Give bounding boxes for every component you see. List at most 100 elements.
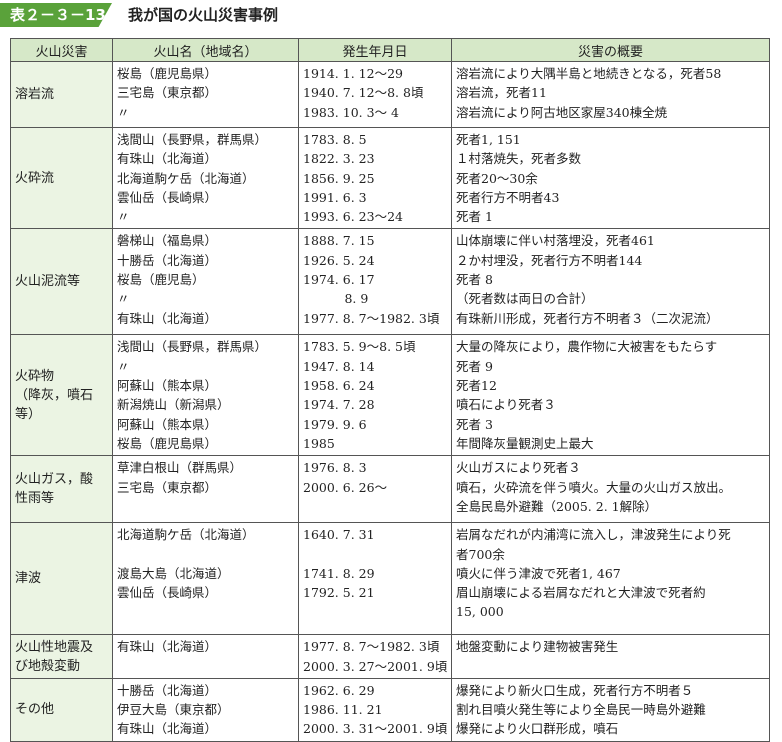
summary-line: 有珠新川形成，死者行方不明者３（二次泥流） (456, 310, 719, 326)
summary-line: 噴石により死者３ (456, 397, 556, 413)
event-date: 1979. 9. 6 (303, 416, 367, 432)
summary-line: 死者 8 (456, 272, 493, 288)
summary-line: 噴火に伴う津波で死者1, 467 (456, 565, 621, 581)
volcano-name: 阿蘇山（熊本県） (117, 416, 218, 432)
summary-line: 死者 3 (456, 416, 493, 432)
volcano-name: 〃 (117, 104, 130, 120)
table-row: 溶岩流 桜島（鹿児島県） 三宅島（東京都） 〃 1914. 1. 12～29 1940. … (10, 61, 770, 128)
event-date-cell: 1976. 8. 3 2000. 6. 26～ (298, 455, 452, 524)
event-date: 1986. 11. 21 (303, 702, 383, 718)
summary-line-cell: 大量の降灰により，農作物に大被害をもたらす 死者 9 死者12 噴石により死者３ 死者 … (451, 334, 770, 457)
event-date-cell: 1977. 8. 7～1982. 3頃 2000. 3. 27～2001. 9頃 (298, 634, 452, 679)
summary-line: 死者行方不明者43 (456, 189, 560, 205)
volcano-name-cell: 北海道駒ケ岳（北海道） 渡島大島（北海道） 雲仙岳（長崎県） (112, 522, 299, 636)
disaster-category-label: その他 (15, 702, 55, 718)
volcano-name: 桜島（鹿児島県） (117, 435, 218, 451)
event-date: 1958. 6. 24 (303, 378, 375, 394)
volcano-name: 伊豆大島（東京都） (117, 702, 230, 718)
table-row: 火砕物 （降灰，噴石 等） 浅間山（長野県，群馬県） 〃阿蘇山（熊本県） 新潟焼山（新… (10, 334, 770, 457)
volcano-name (117, 545, 294, 564)
header-summary: 災害の概要 (451, 38, 770, 62)
summary-line: 死者20～30余 (456, 170, 538, 186)
summary-line: ２か村埋没，死者行方不明者144 (456, 252, 643, 268)
volcano-name: 十勝岳（北海道） (117, 682, 218, 698)
table-row: その他 十勝岳（北海道） 伊豆大島（東京都） 有珠山（北海道） 1962. 6. 29 1… (10, 677, 770, 742)
table-row: 火山泥流等 磐梯山（福島県） 十勝岳（北海道） 桜島（鹿児島） 〃有珠山（北海道） 188… (10, 228, 770, 336)
event-date: 1976. 8. 3 (303, 460, 367, 476)
summary-line: 溶岩流，死者11 (456, 85, 547, 101)
event-date: 1991. 6. 3 (303, 189, 367, 205)
summary-line: 全島民島外避難（2005. 2. 1解除） (456, 498, 658, 514)
disaster-category-label: 火砕物 （降灰，噴石 等） (15, 368, 94, 422)
volcano-disaster-table: 火山災害 火山名（地域名） 発生年月日 災害の概要 溶岩流 桜島（鹿児島県） 三宅島… (10, 38, 770, 742)
volcano-name: 〃 (117, 291, 130, 307)
event-date: 1983. 10. 3～ 4 (303, 104, 399, 120)
summary-line: 死者 9 (456, 358, 493, 374)
volcano-name: 三宅島（東京都） (117, 85, 218, 101)
summary-line-cell: 地盤変動により建物被害発生 (451, 634, 770, 679)
disaster-category-cell: その他 (10, 677, 113, 742)
summary-line: 爆発により新火口生成，死者行方不明者５ (456, 682, 694, 698)
header-disaster-type: 火山災害 (10, 38, 113, 62)
event-date: 1977. 8. 7～1982. 3頃 (303, 639, 440, 655)
header-date: 発生年月日 (298, 38, 452, 62)
summary-line-cell: 爆発により新火口生成，死者行方不明者５ 割れ目噴火発生等により全島民一時島外避難爆… (451, 677, 770, 742)
disaster-category-label: 火山泥流等 (15, 274, 81, 290)
volcano-name-cell: 草津白根山（群馬県） 三宅島（東京都） (112, 455, 299, 524)
event-date (303, 545, 447, 564)
event-date: 1783. 8. 5 (303, 132, 367, 147)
summary-line: 割れ目噴火発生等により全島民一時島外避難 (456, 702, 706, 718)
volcano-name: 草津白根山（群馬県） (117, 460, 243, 476)
summary-line: 地盤変動により建物被害発生 (456, 639, 619, 655)
volcano-name: 阿蘇山（熊本県） (117, 378, 218, 394)
event-date: 1993. 6. 23～24 (303, 209, 403, 225)
volcano-name-cell: 浅間山（長野県，群馬県） 〃阿蘇山（熊本県） 新潟焼山（新潟県） 阿蘇山（熊本県） 桜島… (112, 334, 299, 457)
disaster-category-cell: 火山ガス，酸 性雨等 (10, 455, 113, 524)
event-date-cell: 1640. 7. 31 1741. 8. 29 1792. 5. 21 (298, 522, 452, 636)
table-title: 我が国の火山災害事例 (128, 6, 279, 24)
event-date: 8. 9 (303, 291, 369, 307)
volcano-name: 桜島（鹿児島県） (117, 66, 218, 81)
summary-line: 山体崩壊に伴い村落埋没，死者461 (456, 233, 655, 249)
table-title-bar: 表２－３－13 我が国の火山災害事例 (0, 0, 782, 30)
event-date: 1977. 8. 7～1982. 3頃 (303, 310, 440, 326)
summary-line-cell: 岩屑なだれが内浦湾に流入し，津波発生により死 者700余 噴火に伴う津波で死者1, … (451, 522, 770, 636)
event-date: 1974. 7. 28 (303, 397, 375, 413)
summary-line: 死者 1 (456, 209, 493, 225)
volcano-name: 十勝岳（北海道） (117, 252, 218, 268)
volcano-name: 桜島（鹿児島） (117, 272, 205, 288)
disaster-category-label: 火砕流 (15, 170, 55, 186)
volcano-name: 〃 (117, 358, 130, 374)
volcano-name: 新潟焼山（新潟県） (117, 397, 230, 413)
event-date-cell: 1783. 5. 9～8. 5頃 1947. 8. 14 1958. 6. 24 19… (298, 334, 452, 457)
summary-line: 溶岩流により阿古地区家屋340棟全焼 (456, 104, 668, 120)
summary-line: 岩屑なだれが内浦湾に流入し，津波発生により死 (456, 527, 731, 543)
volcano-name: 有珠山（北海道） (117, 310, 218, 326)
event-date: 1856. 9. 25 (303, 170, 375, 186)
event-date: 1888. 7. 15 (303, 233, 375, 249)
summary-line: 噴石，火砕流を伴う噴火。大量の火山ガス放出。 (456, 479, 732, 495)
table-row: 火砕流 浅間山（長野県，群馬県） 有珠山（北海道） 北海道駒ケ岳（北海道） 雲仙岳（長崎… (10, 126, 770, 230)
disaster-category-label: 火山ガス，酸 性雨等 (15, 472, 94, 507)
event-date-cell: 1888. 7. 15 1926. 5. 24 1974. 6. 17 8. 9 19… (298, 228, 452, 336)
event-date-cell: 1914. 1. 12～29 1940. 7. 12～8. 8頃 1983. 10.… (298, 61, 452, 128)
volcano-name-cell: 十勝岳（北海道） 伊豆大島（東京都） 有珠山（北海道） (112, 677, 299, 742)
event-date-cell: 1783. 8. 5 1822. 3. 23 1856. 9. 25 1991. 6.… (298, 126, 452, 230)
summary-line: １村落焼失，死者多数 (456, 151, 582, 167)
volcano-name: 雲仙岳（長崎県） (117, 189, 218, 205)
disaster-category-label: 溶岩流 (15, 87, 55, 102)
volcano-name-cell: 浅間山（長野県，群馬県） 有珠山（北海道） 北海道駒ケ岳（北海道） 雲仙岳（長崎県） 〃 (112, 126, 299, 230)
summary-line: 大量の降灰により，農作物に大被害をもたらす (456, 339, 718, 355)
volcano-name: 雲仙岳（長崎県） (117, 585, 218, 601)
disaster-category-cell: 火山泥流等 (10, 228, 113, 336)
volcano-name: 有珠山（北海道） (117, 721, 218, 737)
disaster-category-label: 火山性地震及 び地殻変動 (15, 639, 94, 674)
event-date: 1940. 7. 12～8. 8頃 (303, 85, 424, 101)
event-date: 1792. 5. 21 (303, 585, 375, 601)
disaster-category-label: 津波 (15, 571, 42, 587)
summary-line: 死者1, 151 (456, 132, 521, 147)
header-volcano-name: 火山名（地域名） (112, 38, 299, 62)
event-date: 1640. 7. 31 (303, 527, 375, 543)
summary-line-cell: 山体崩壊に伴い村落埋没，死者461 ２か村埋没，死者行方不明者144 死者 8 （死者… (451, 228, 770, 336)
table-number-tab: 表２－３－13 (0, 3, 112, 27)
